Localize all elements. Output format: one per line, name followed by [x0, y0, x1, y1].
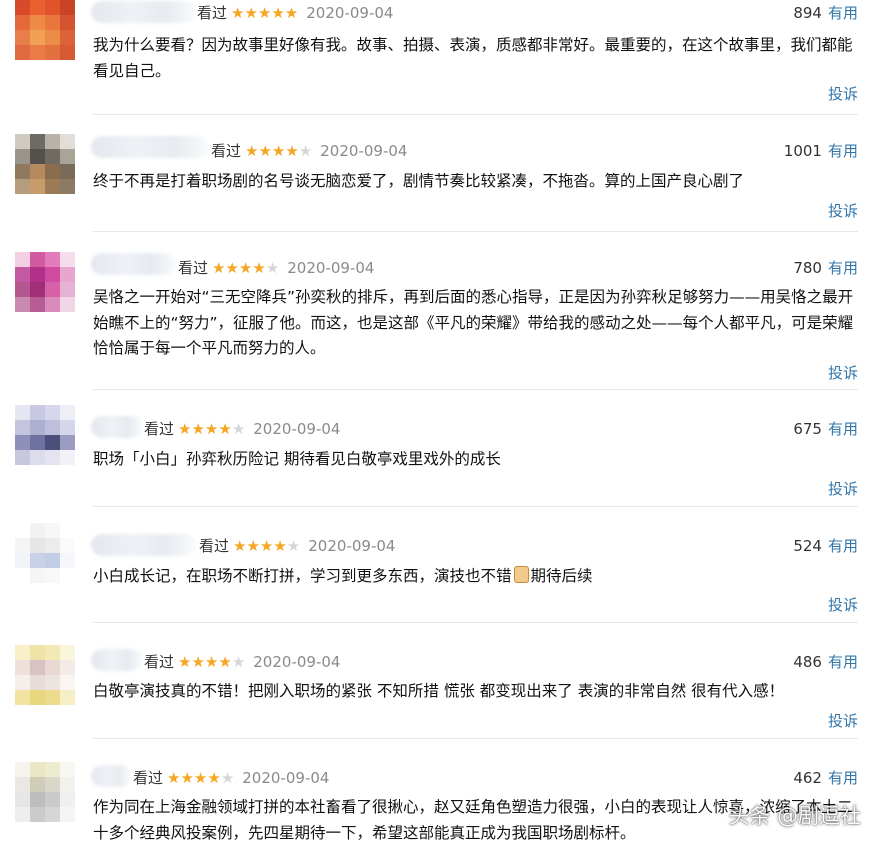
review-content: 白敬亭演技真的不错！把刚入职场的紧张 不知所措 慌张 都变现出来了 表演的非常自…	[93, 682, 785, 700]
review-content: 小白成长记，在职场不断打拼，学习到更多东西，演技也不错 期待后续	[93, 564, 863, 590]
divider	[93, 114, 858, 115]
divider	[93, 738, 858, 739]
rating-stars: ★★★★★	[167, 769, 235, 787]
avatar[interactable]	[15, 252, 75, 312]
review-meta: 看过 ★★★★★ 2020-09-04	[197, 2, 393, 23]
report-link[interactable]: 投诉	[828, 478, 858, 499]
review-meta: 看过 ★★★★★ 2020-09-04	[199, 535, 395, 556]
vote-area: 675 有用	[793, 418, 858, 439]
watched-label: 看过	[199, 537, 230, 555]
review-date: 2020-09-04	[306, 4, 394, 22]
useful-button[interactable]: 有用	[828, 537, 858, 555]
avatar[interactable]	[15, 523, 75, 583]
rating-stars: ★★★★★	[245, 142, 313, 160]
username[interactable]	[91, 1, 196, 23]
vote-count: 894	[793, 4, 822, 22]
username[interactable]	[91, 534, 196, 556]
vote-area: 486 有用	[793, 651, 858, 672]
review-content-text: 期待后续	[530, 567, 593, 585]
divider	[93, 389, 858, 390]
username[interactable]	[91, 416, 143, 438]
rating-stars: ★★★★★	[178, 420, 246, 438]
review-meta: 看过 ★★★★★ 2020-09-04	[144, 418, 340, 439]
watched-label: 看过	[197, 4, 228, 22]
rating-stars: ★★★★★	[178, 653, 246, 671]
report-link[interactable]: 投诉	[828, 362, 858, 383]
review-content: 我为什么要看？因为故事里好像有我。故事、拍摄、表演，质感都非常好。最重要的，在这…	[93, 36, 853, 80]
useful-button[interactable]: 有用	[828, 4, 858, 22]
thumbs-up-icon	[513, 566, 529, 583]
review-content: 吴恪之一开始对“三无空降兵”孙奕秋的排斥，再到后面的悉心指导，正是因为孙弈秋足够…	[93, 288, 854, 357]
review-meta: 看过 ★★★★★ 2020-09-04	[144, 651, 340, 672]
vote-count: 486	[793, 653, 822, 671]
report-link[interactable]: 投诉	[828, 83, 858, 104]
username[interactable]	[91, 136, 209, 158]
report-link[interactable]: 投诉	[828, 594, 858, 615]
watched-label: 看过	[178, 259, 209, 277]
review-meta: 看过 ★★★★★ 2020-09-04	[133, 767, 329, 788]
review-content: 职场「小白」孙弈秋历险记 期待看见白敬亭戏里戏外的成长	[93, 450, 501, 468]
avatar[interactable]	[15, 762, 75, 822]
vote-area: 894 有用	[793, 2, 858, 23]
useful-button[interactable]: 有用	[828, 420, 858, 438]
avatar[interactable]	[15, 405, 75, 465]
avatar[interactable]	[15, 134, 75, 194]
report-link[interactable]: 投诉	[828, 710, 858, 731]
avatar[interactable]	[15, 0, 75, 60]
review-date: 2020-09-04	[320, 142, 408, 160]
review-date: 2020-09-04	[308, 537, 396, 555]
review-meta: 看过 ★★★★★ 2020-09-04	[178, 257, 374, 278]
rating-stars: ★★★★★	[231, 4, 299, 22]
rating-stars: ★★★★★	[212, 259, 280, 277]
useful-button[interactable]: 有用	[828, 142, 858, 160]
divider	[93, 231, 858, 232]
vote-area: 1001 有用	[784, 140, 858, 161]
report-link[interactable]: 投诉	[828, 200, 858, 221]
review-date: 2020-09-04	[253, 653, 341, 671]
review-meta: 看过 ★★★★★ 2020-09-04	[211, 140, 407, 161]
vote-count: 675	[793, 420, 822, 438]
username[interactable]	[91, 253, 176, 275]
divider	[93, 506, 858, 507]
useful-button[interactable]: 有用	[828, 653, 858, 671]
watched-label: 看过	[144, 420, 175, 438]
vote-count: 462	[793, 769, 822, 787]
rating-stars: ★★★★★	[233, 537, 301, 555]
avatar[interactable]	[15, 645, 75, 705]
watermark: 头条 @剧逗社	[728, 804, 861, 828]
review-date: 2020-09-04	[242, 769, 330, 787]
watched-label: 看过	[211, 142, 242, 160]
review-date: 2020-09-04	[253, 420, 341, 438]
vote-count: 524	[793, 537, 822, 555]
useful-button[interactable]: 有用	[828, 769, 858, 787]
vote-count: 780	[793, 259, 822, 277]
useful-button[interactable]: 有用	[828, 259, 858, 277]
vote-area: 462 有用	[793, 767, 858, 788]
watched-label: 看过	[144, 653, 175, 671]
vote-area: 524 有用	[793, 535, 858, 556]
vote-count: 1001	[783, 142, 822, 160]
divider	[93, 622, 858, 623]
review-content: 终于不再是打着职场剧的名号谈无脑恋爱了，剧情节奏比较紧凑，不拖沓。算的上国产良心…	[93, 172, 745, 190]
review-content-text: 小白成长记，在职场不断打拼，学习到更多东西，演技也不错	[93, 567, 512, 585]
username[interactable]	[91, 649, 143, 671]
watched-label: 看过	[133, 769, 164, 787]
vote-area: 780 有用	[793, 257, 858, 278]
username[interactable]	[91, 765, 131, 787]
review-date: 2020-09-04	[287, 259, 375, 277]
